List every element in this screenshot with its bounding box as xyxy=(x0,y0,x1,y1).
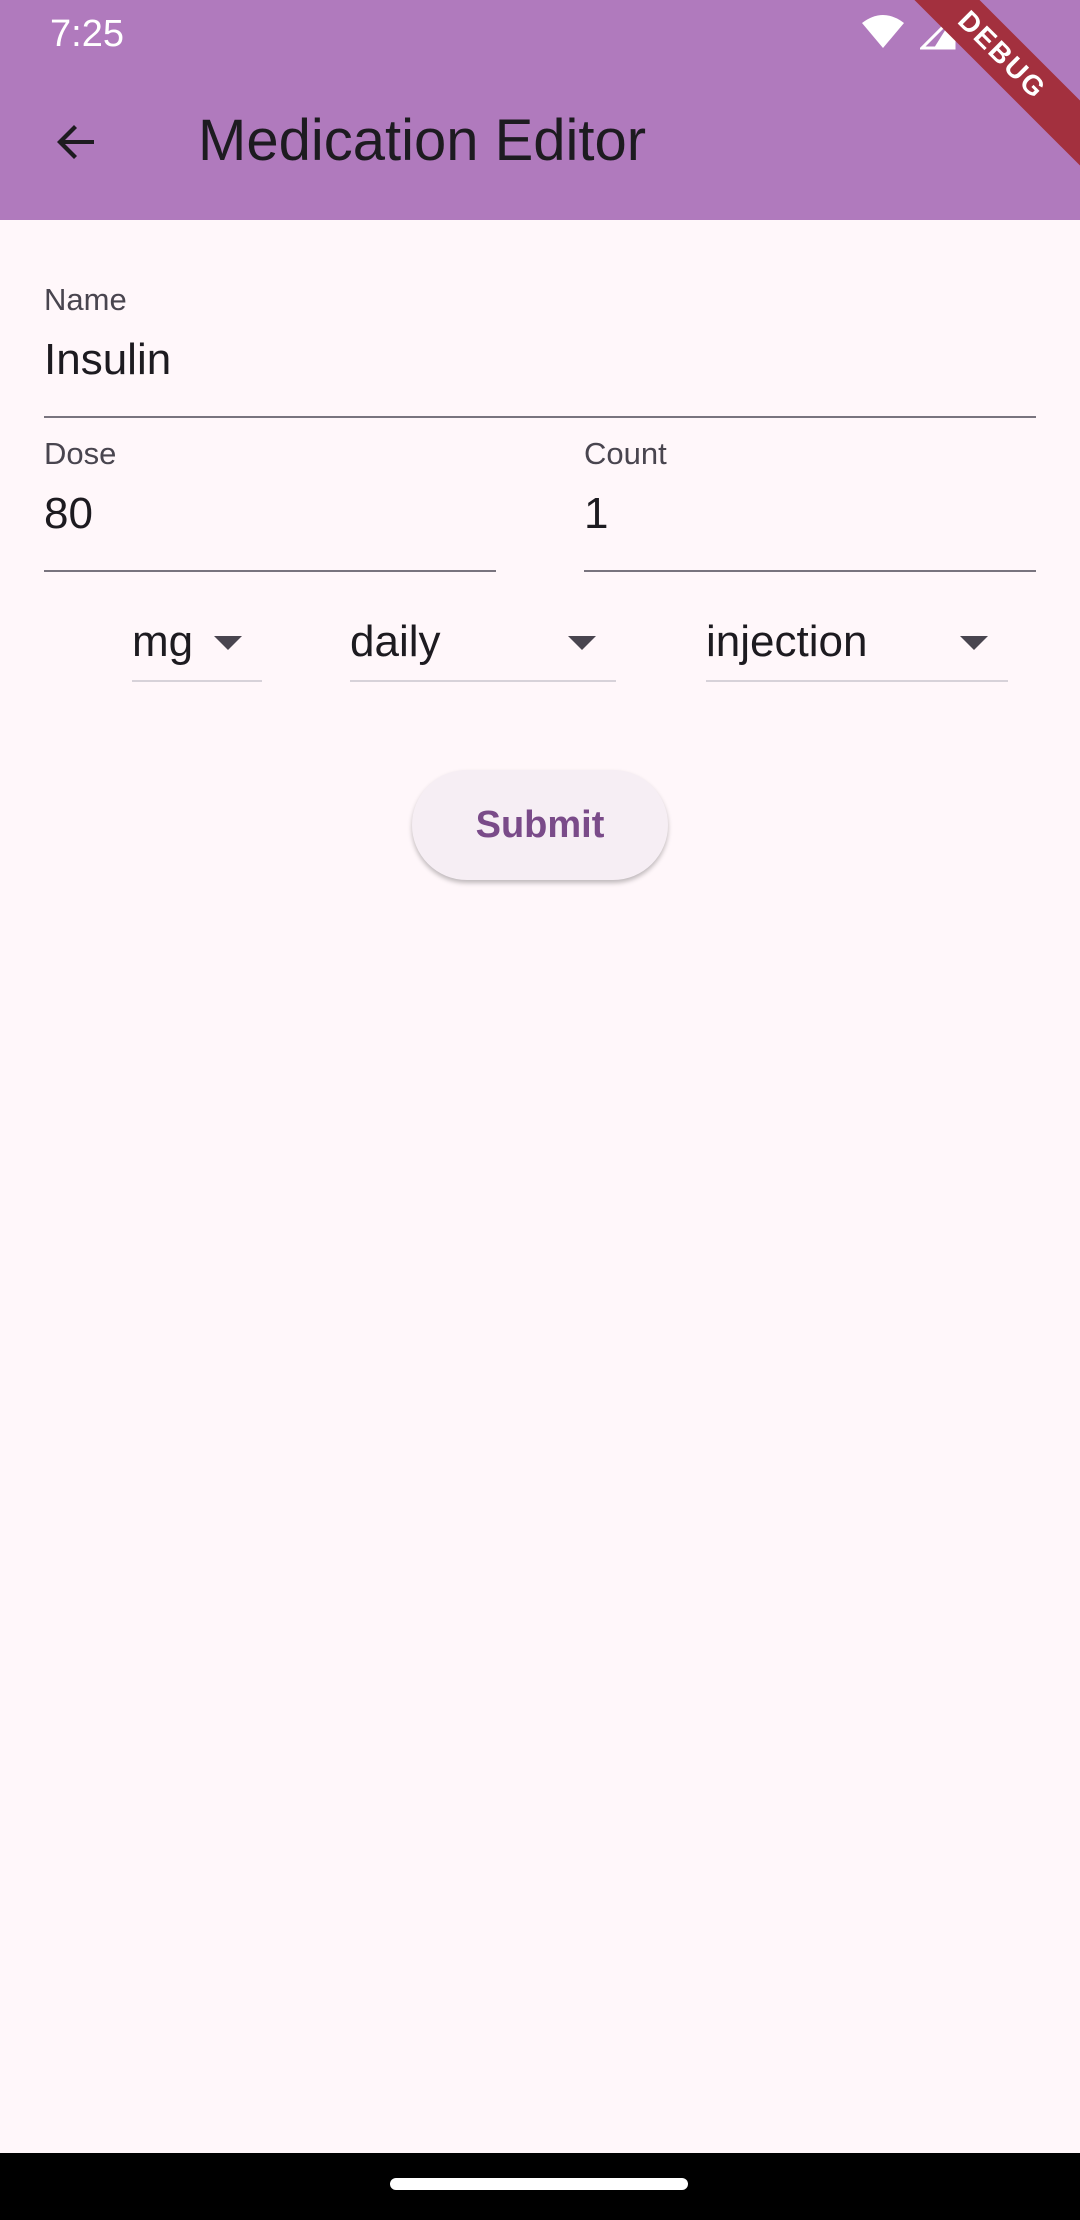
route-dropdown[interactable]: injection xyxy=(706,600,1008,690)
dose-field-label: Dose xyxy=(44,436,117,471)
name-field[interactable]: Name Insulin xyxy=(44,282,1036,418)
arrow-back-icon xyxy=(52,118,100,171)
dose-field-value[interactable]: 80 xyxy=(44,486,93,542)
frequency-dropdown[interactable]: daily xyxy=(350,600,616,690)
dose-field-underline xyxy=(44,570,496,572)
count-field-label: Count xyxy=(584,436,667,471)
submit-button[interactable]: Submit xyxy=(412,770,668,880)
page-title: Medication Editor xyxy=(198,108,647,173)
unit-dropdown-underline xyxy=(132,680,262,682)
count-field-underline xyxy=(584,570,1036,572)
name-field-value[interactable]: Insulin xyxy=(44,332,171,388)
count-field[interactable]: Count 1 xyxy=(584,436,1036,572)
count-field-value[interactable]: 1 xyxy=(584,486,608,542)
frequency-dropdown-value: daily xyxy=(350,617,441,666)
arrow-drop-down-icon xyxy=(568,636,596,650)
unit-dropdown[interactable]: mg xyxy=(132,600,262,690)
arrow-drop-down-icon xyxy=(960,636,988,650)
dose-field[interactable]: Dose 80 xyxy=(44,436,496,572)
frequency-dropdown-underline xyxy=(350,680,616,682)
system-navigation-bar xyxy=(0,2153,1080,2220)
back-button[interactable] xyxy=(38,106,114,182)
name-field-underline xyxy=(44,416,1036,418)
home-handle[interactable] xyxy=(390,2178,688,2190)
status-time: 7:25 xyxy=(50,13,124,55)
arrow-drop-down-icon xyxy=(214,636,242,650)
route-dropdown-underline xyxy=(706,680,1008,682)
wifi-icon xyxy=(862,14,904,54)
route-dropdown-value: injection xyxy=(706,617,868,666)
app-bar: 7:25 Medication Editor DEBUG xyxy=(0,0,1080,220)
unit-dropdown-value: mg xyxy=(132,617,194,666)
name-field-label: Name xyxy=(44,282,127,317)
